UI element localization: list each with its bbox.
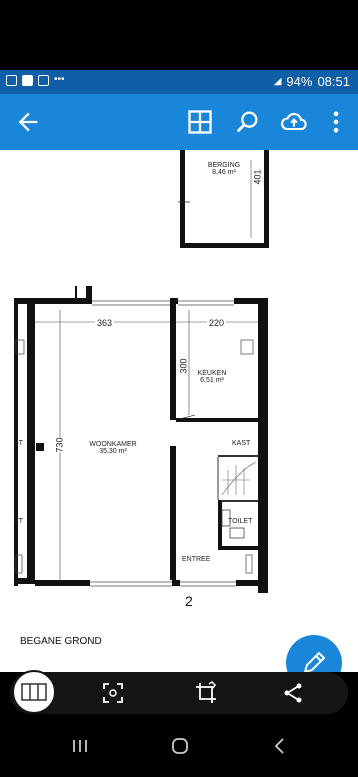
keuken-room-label: KEUKEN 6,51 m² <box>192 370 232 384</box>
bottom-toolbar <box>10 670 348 714</box>
keuken-name: KEUKEN <box>197 370 227 377</box>
thumbnail-icon <box>21 683 47 701</box>
woonkamer-room-label: WOONKAMER 35,30 m² <box>78 441 148 455</box>
toilet-right-label: TOILET <box>228 518 253 525</box>
app-bar <box>0 94 358 150</box>
woonkamer-name: WOONKAMER <box>89 441 137 448</box>
crop-icon[interactable] <box>194 681 218 705</box>
back-nav-icon[interactable] <box>268 734 292 758</box>
mail-notification-icon <box>38 75 49 86</box>
status-bar: ••• ◢ 94% 08:51 <box>0 70 358 94</box>
entree-label: ENTREE <box>182 556 211 563</box>
floor-plan-drawing <box>14 150 269 593</box>
kast-left-label: ST <box>14 440 23 447</box>
edit-fab-button[interactable] <box>286 635 342 672</box>
recent-apps-icon[interactable] <box>68 734 92 758</box>
clock-time: 08:51 <box>317 74 350 89</box>
back-arrow-icon[interactable] <box>14 108 42 136</box>
dimension-730: 730 <box>54 437 65 453</box>
notification-icons: ••• <box>6 75 65 86</box>
pencil-icon <box>303 651 326 672</box>
more-notifications-icon: ••• <box>54 74 65 85</box>
dimension-300: 300 <box>178 358 189 374</box>
share-icon[interactable] <box>281 681 305 705</box>
berging-room-label: BERGING 8,46 m² <box>200 162 248 176</box>
floor-plan-document[interactable]: BERGING 8,46 m² 401 363 220 300 730 KEUK… <box>0 150 358 672</box>
battery-level: 94% <box>286 74 313 89</box>
dimension-363: 363 <box>95 318 115 328</box>
scan-icon[interactable] <box>101 681 125 705</box>
system-nav-bar <box>0 716 358 777</box>
kast-right-label: KAST <box>232 440 251 447</box>
toilet-left-label: ET <box>14 518 23 525</box>
more-vert-icon[interactable] <box>322 108 350 136</box>
thumbnail-button[interactable] <box>12 670 56 714</box>
wifi-signal-icon: ◢ <box>273 76 282 87</box>
floor-title: BEGANE GROND <box>20 636 102 647</box>
dimension-220: 220 <box>207 318 227 328</box>
berging-area: 8,46 m² <box>212 169 236 176</box>
dimension-401: 401 <box>252 169 263 185</box>
home-icon[interactable] <box>168 734 192 758</box>
woonkamer-area: 35,30 m² <box>99 448 127 455</box>
image-notification-icon <box>6 75 17 86</box>
berging-name: BERGING <box>207 162 241 169</box>
grid-icon[interactable] <box>186 108 214 136</box>
facebook-notification-icon <box>22 75 33 86</box>
cloud-upload-icon[interactable] <box>280 108 308 136</box>
search-icon[interactable] <box>233 108 261 136</box>
keuken-area: 6,51 m² <box>200 377 224 384</box>
page-number: 2 <box>185 593 193 609</box>
